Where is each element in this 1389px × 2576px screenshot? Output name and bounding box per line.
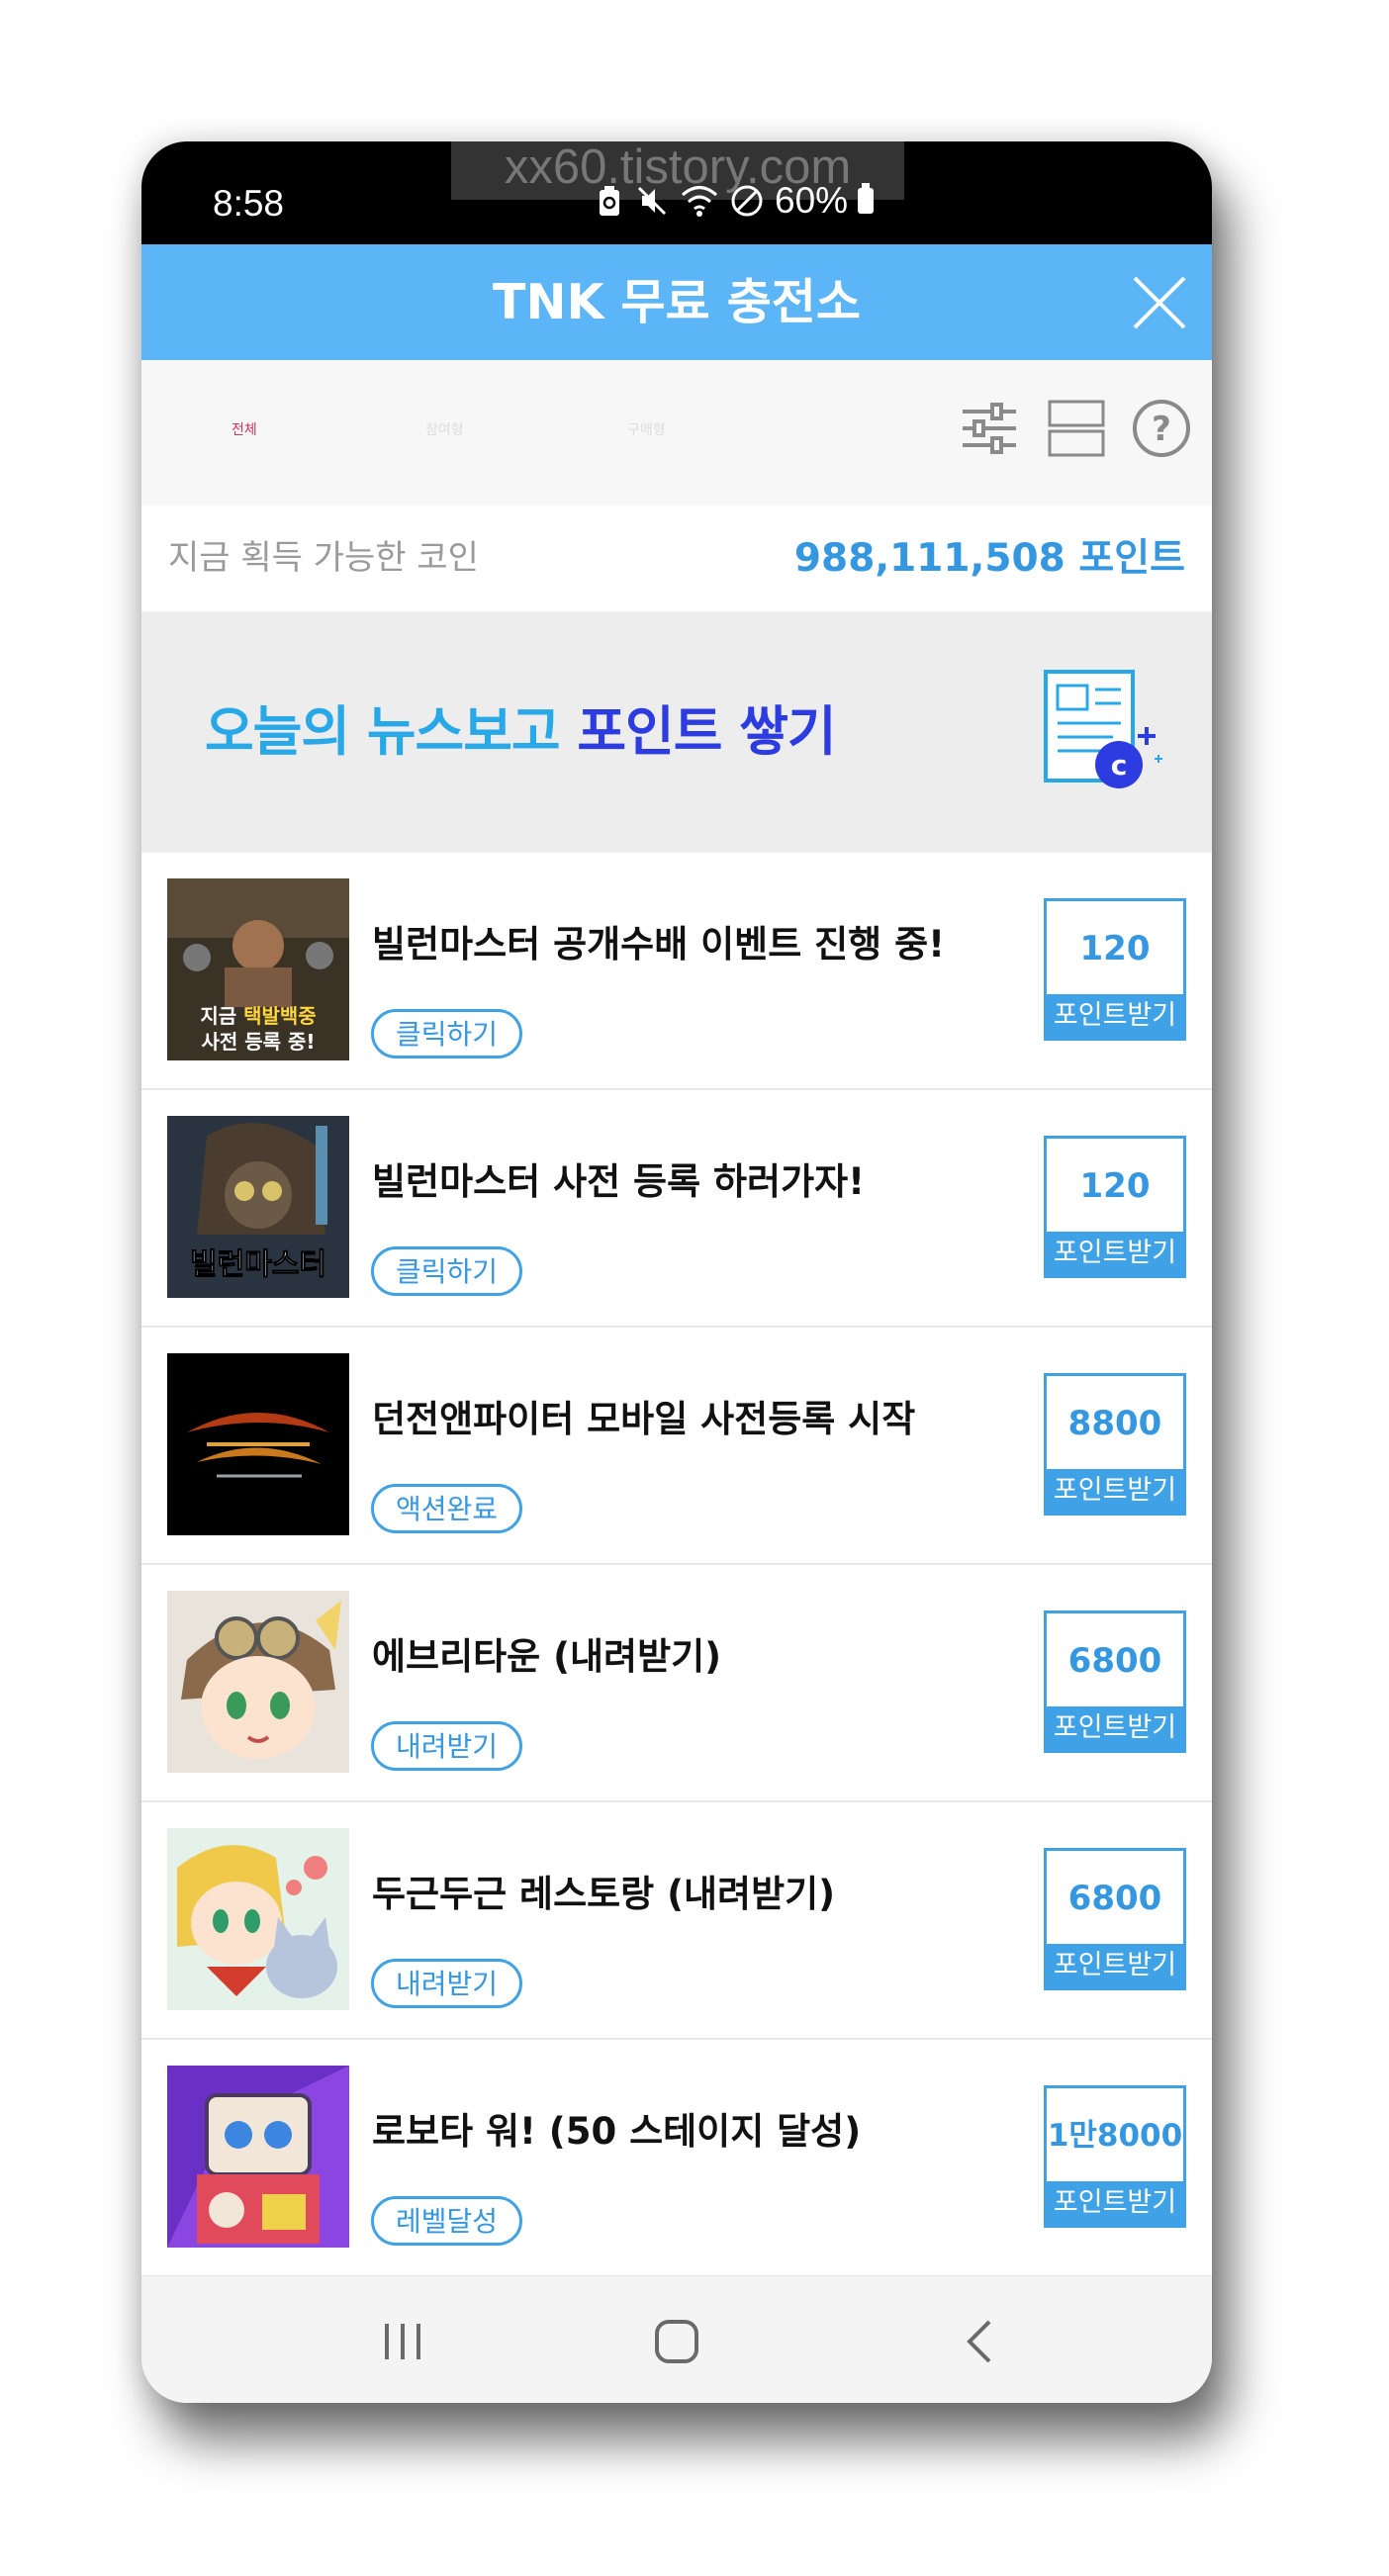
reward-label: 포인트받기: [1047, 1469, 1183, 1513]
page-title: TNK 무료 충전소: [493, 274, 861, 330]
offer-title: 빌런마스터 사전 등록 하러가자!: [372, 1160, 866, 1203]
points-label: 지금 획득 가능한 코인: [168, 538, 479, 578]
back-icon[interactable]: [954, 2314, 1009, 2369]
reward-label: 포인트받기: [1047, 2181, 1183, 2225]
banner-text: 오늘의 뉴스보고 포인트 쌓기: [205, 611, 837, 853]
wifi-icon: [682, 186, 717, 217]
recents-icon[interactable]: [375, 2314, 430, 2369]
points-row: 지금 획득 가능한 코인 988,111,508 포인트: [141, 506, 1212, 611]
thumb-text: 빌런마스터: [190, 1247, 326, 1282]
reward-button[interactable]: 6800 포인트받기: [1044, 1610, 1186, 1753]
filter-icon[interactable]: [959, 398, 1020, 459]
block-icon: [731, 185, 763, 217]
reward-button[interactable]: 120 포인트받기: [1044, 898, 1186, 1041]
navigation-bar: [141, 2275, 1212, 2403]
reward-label: 포인트받기: [1047, 1706, 1183, 1750]
offer-title: 던전앤파이터 모바일 사전등록 시작: [372, 1398, 916, 1440]
help-icon[interactable]: ?: [1131, 398, 1192, 459]
news-banner[interactable]: 오늘의 뉴스보고 포인트 쌓기 c: [141, 611, 1212, 853]
tab-purchase[interactable]: 구매형: [627, 419, 666, 439]
offer-title: 로보타 워! (50 스테이지 달성): [372, 2110, 862, 2153]
reward-value: 6800: [1067, 1641, 1162, 1681]
svg-text:?: ?: [1152, 410, 1171, 449]
reward-button[interactable]: 6800 포인트받기: [1044, 1848, 1186, 1990]
thumb-text: 지금: [200, 1004, 243, 1028]
recycle-icon: [600, 186, 619, 216]
offer-thumbnail: [167, 2066, 349, 2248]
home-icon[interactable]: [649, 2314, 704, 2369]
svg-text:c: c: [1111, 749, 1128, 782]
banner-text-part1: 오늘의 뉴스보고: [205, 700, 578, 763]
offer-item[interactable]: 빌런마스터 빌런마스터 사전 등록 하러가자! 클릭하기 120 포인트받기: [141, 1090, 1212, 1329]
offer-item[interactable]: 던전앤파이터 모바일 사전등록 시작 액션완료 8800 포인트받기: [141, 1328, 1212, 1566]
svg-text:지금 택발백중: 지금 택발백중: [200, 1004, 316, 1028]
reward-value: 6800: [1067, 1879, 1162, 1918]
offer-action-button[interactable]: 클릭하기: [371, 1009, 523, 1058]
offer-thumbnail: 지금 택발백중 사전 등록 중!: [167, 878, 349, 1060]
offer-action-button[interactable]: 액션완료: [371, 1484, 523, 1533]
reward-value: 8800: [1067, 1404, 1162, 1443]
battery-level: 60%: [775, 180, 849, 221]
reward-label: 포인트받기: [1047, 994, 1183, 1038]
offer-thumbnail: [167, 1591, 349, 1773]
offer-action-button[interactable]: 클릭하기: [371, 1246, 523, 1296]
offer-thumbnail: [167, 1353, 349, 1535]
tab-bar: 전체 참여형 구매형 ?: [141, 360, 1212, 506]
banner-text-part2: 포인트 쌓기: [577, 700, 836, 763]
offer-thumbnail: 빌런마스터: [167, 1116, 349, 1298]
thumb-text-highlight: 택발백중: [243, 1004, 317, 1028]
reward-label: 포인트받기: [1047, 1944, 1183, 1987]
reward-button[interactable]: 1만8000 포인트받기: [1044, 2085, 1186, 2228]
tab-all[interactable]: 전체: [232, 419, 257, 439]
close-icon[interactable]: [1129, 272, 1190, 333]
phone-screen: 8:58 xx60.tistory.com 60% TNK 무료 충전소 전체 …: [141, 141, 1212, 2403]
offer-item[interactable]: 두근두근 레스토랑 (내려받기) 내려받기 6800 포인트받기: [141, 1802, 1212, 2041]
reward-label: 포인트받기: [1047, 1232, 1183, 1275]
offer-title: 빌런마스터 공개수배 이벤트 진행 중!: [372, 923, 945, 966]
reward-button[interactable]: 8800 포인트받기: [1044, 1373, 1186, 1516]
view-toggle-icon[interactable]: [1046, 398, 1107, 459]
tab-participation[interactable]: 참여형: [425, 419, 464, 439]
points-value: 988,111,508 포인트: [793, 536, 1185, 581]
reward-value: 120: [1079, 1166, 1151, 1206]
offer-action-button[interactable]: 내려받기: [371, 1721, 523, 1771]
status-icons: 60%: [595, 180, 875, 221]
reward-value: 1만8000: [1047, 2118, 1183, 2154]
mute-icon: [637, 186, 667, 216]
offer-action-button[interactable]: 내려받기: [371, 1959, 523, 2008]
status-time: 8:58: [213, 183, 285, 224]
reward-button[interactable]: 120 포인트받기: [1044, 1136, 1186, 1278]
news-coin-icon: c: [1044, 670, 1162, 788]
header: TNK 무료 충전소: [141, 244, 1212, 360]
offer-item[interactable]: 에브리타운 (내려받기) 내려받기 6800 포인트받기: [141, 1565, 1212, 1803]
offer-title: 두근두근 레스토랑 (내려받기): [372, 1873, 836, 1915]
offer-action-button[interactable]: 레벨달성: [371, 2196, 523, 2246]
battery-icon: [858, 183, 875, 214]
offer-item[interactable]: 지금 택발백중 사전 등록 중! 빌런마스터 공개수배 이벤트 진행 중! 클릭…: [141, 853, 1212, 1091]
offer-title: 에브리타운 (내려받기): [372, 1635, 722, 1678]
reward-value: 120: [1079, 929, 1151, 968]
status-bar: 8:58 xx60.tistory.com 60%: [141, 141, 1212, 244]
thumb-text: 사전 등록 중!: [201, 1030, 315, 1054]
offer-thumbnail: [167, 1828, 349, 2010]
offer-item[interactable]: 로보타 워! (50 스테이지 달성) 레벨달성 1만8000 포인트받기: [141, 2040, 1212, 2278]
